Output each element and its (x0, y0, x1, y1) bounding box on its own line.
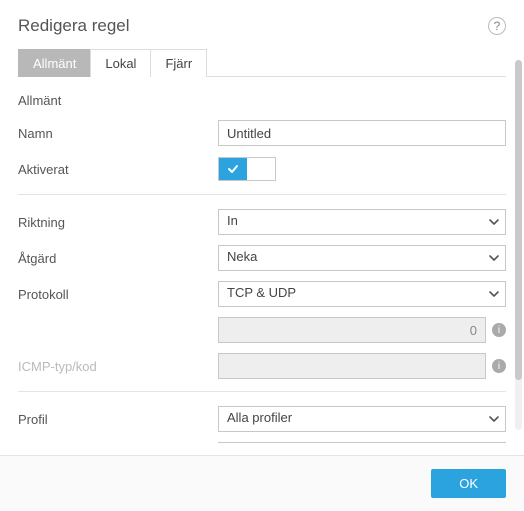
label-profile: Profil (18, 412, 218, 427)
tab-general[interactable]: Allmänt (18, 49, 91, 77)
label-action: Åtgärd (18, 251, 218, 266)
direction-select[interactable]: In (218, 209, 506, 235)
icmp-input (218, 353, 486, 379)
row-direction: Riktning In (18, 207, 506, 237)
protocol-number-input (218, 317, 486, 343)
tab-local[interactable]: Lokal (90, 49, 151, 77)
check-icon (219, 158, 247, 180)
divider (18, 391, 506, 392)
scrollbar-thumb[interactable] (515, 60, 522, 380)
dialog-header: Redigera regel ? (0, 0, 524, 48)
dialog-content: Allmänt Lokal Fjärr Allmänt Namn Aktiver… (0, 48, 524, 443)
toggle-off-side (247, 158, 275, 180)
info-icon[interactable]: i (492, 359, 506, 373)
label-icmp: ICMP-typ/kod (18, 359, 218, 374)
label-protocol: Protokoll (18, 287, 218, 302)
row-profile: Profil Alla profiler (18, 404, 506, 434)
action-select[interactable]: Neka (218, 245, 506, 271)
info-icon[interactable]: i (492, 323, 506, 337)
row-logseverity: Loggar allvarlighet Diagnostik (18, 440, 506, 443)
scrollbar[interactable] (515, 60, 522, 430)
label-name: Namn (18, 126, 218, 141)
row-number: i (18, 315, 506, 345)
divider (18, 194, 506, 195)
row-enabled: Aktiverat (18, 154, 506, 184)
name-input[interactable] (218, 120, 506, 146)
help-icon[interactable]: ? (488, 17, 506, 35)
tab-remote[interactable]: Fjärr (150, 49, 207, 77)
ok-button[interactable]: OK (431, 469, 506, 498)
row-protocol: Protokoll TCP & UDP (18, 279, 506, 309)
row-action: Åtgärd Neka (18, 243, 506, 273)
enabled-toggle[interactable] (218, 157, 276, 181)
protocol-select[interactable]: TCP & UDP (218, 281, 506, 307)
label-direction: Riktning (18, 215, 218, 230)
section-title-general: Allmänt (18, 93, 506, 108)
tab-bar: Allmänt Lokal Fjärr (18, 48, 506, 77)
profile-select[interactable]: Alla profiler (218, 406, 506, 432)
row-icmp: ICMP-typ/kod i (18, 351, 506, 381)
label-enabled: Aktiverat (18, 162, 218, 177)
dialog-title: Redigera regel (18, 16, 130, 36)
dialog-footer: OK (0, 455, 524, 511)
row-name: Namn (18, 118, 506, 148)
logseverity-select[interactable]: Diagnostik (218, 442, 506, 443)
